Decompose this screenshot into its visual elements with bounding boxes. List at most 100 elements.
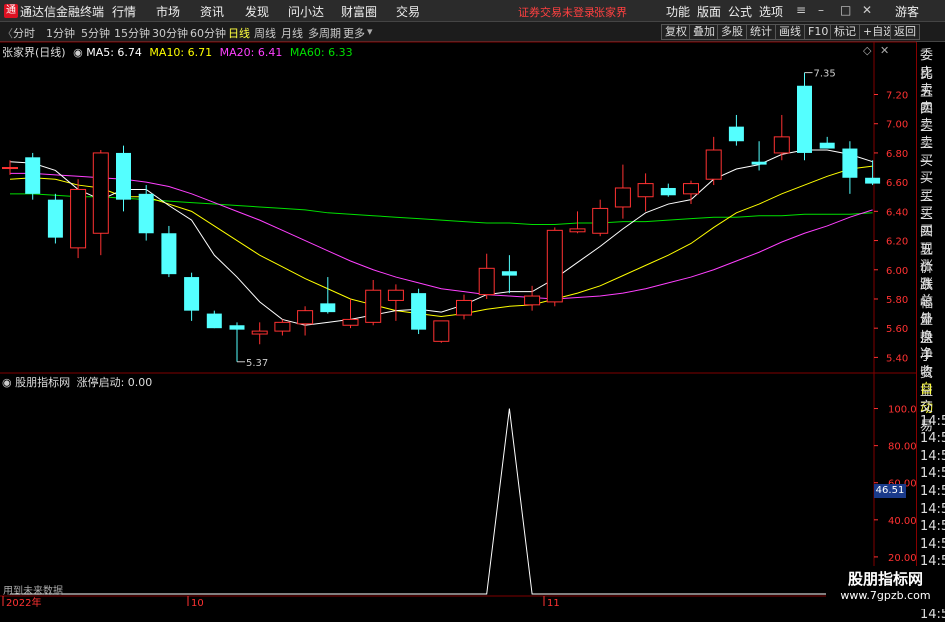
kline-chart[interactable]: 7.20 7.00 6.80 6.60 6.40 6.20 6.00 5.80 5.60 5.40… <box>0 0 916 609</box>
candle-body <box>842 148 858 178</box>
candle-body <box>592 207 609 234</box>
ytick-label: 5.40 <box>886 353 908 364</box>
candle-body <box>206 313 222 329</box>
candle-body <box>546 229 563 303</box>
candle <box>184 272 200 321</box>
candle <box>501 255 517 294</box>
diamond-icon[interactable]: ◇ <box>863 44 871 57</box>
candle <box>614 164 631 219</box>
candle-body <box>478 267 495 296</box>
ma5-label: MA5: 6.74 <box>86 46 142 59</box>
high-label: 7.35 <box>814 69 836 80</box>
sub-layer <box>10 408 873 595</box>
side-panel-item[interactable]: 14:5 <box>920 414 945 429</box>
candle <box>229 322 245 362</box>
candle <box>206 310 222 329</box>
ma20-label: MA20: 6.41 <box>219 46 283 59</box>
indicator-value: 涨停启动: 0.00 <box>76 376 153 389</box>
ma-legend: 张家界(日线) ◉ MA5: 6.74 MA10: 6.71 MA20: 6.4… <box>2 44 353 60</box>
candle <box>705 136 722 186</box>
ytick-label: 7.00 <box>886 120 908 131</box>
xtick-label: 10 <box>191 598 204 609</box>
candle <box>478 253 495 299</box>
watermark: 股朋指标网 www.7gpzb.com <box>826 566 945 609</box>
side-panel-item[interactable]: 14:5 <box>920 449 945 464</box>
candle-body <box>92 152 109 234</box>
indicator-legend: ◉ 股朋指标网 涨停启动: 0.00 <box>2 374 152 390</box>
candle-body <box>751 161 767 165</box>
candle <box>524 285 541 311</box>
candle-body <box>524 295 541 306</box>
xtick-label: 2022年 <box>6 596 41 609</box>
ma-settings-icon[interactable]: ◉ <box>73 46 83 59</box>
xtick-label: 11 <box>547 598 560 609</box>
ytick-label: 6.20 <box>886 237 908 248</box>
candle-body <box>138 193 154 234</box>
side-panel-item[interactable]: 14:5 <box>920 502 945 517</box>
candle <box>70 179 87 259</box>
candle-body <box>728 126 744 142</box>
low-label: 5.37 <box>246 358 268 369</box>
candle <box>411 288 427 335</box>
candle-body <box>819 142 835 149</box>
candle-body <box>116 152 131 200</box>
candle <box>116 145 131 212</box>
sub-ytick-label: 20.00 <box>888 553 916 564</box>
side-panel-item[interactable]: 14:5 <box>920 537 945 552</box>
candle <box>251 322 268 345</box>
candle <box>637 173 654 212</box>
candle <box>161 225 177 278</box>
candle <box>546 227 563 307</box>
candle <box>25 152 41 200</box>
watermark-url: www.7gpzb.com <box>840 589 931 602</box>
side-panel-item[interactable]: 14:5 <box>920 519 945 534</box>
sub-ytick-label: 40.00 <box>888 516 916 527</box>
candle-body <box>660 187 676 196</box>
candle <box>842 141 858 194</box>
side-panel-item[interactable]: 14:5 <box>920 607 945 622</box>
candle-body <box>411 293 427 330</box>
ma5-line <box>9 149 873 326</box>
candle <box>660 183 676 197</box>
side-panel-item[interactable]: 14:5 <box>920 466 945 481</box>
ytick-label: 5.80 <box>886 295 908 306</box>
candle <box>728 114 744 146</box>
candle <box>342 298 359 329</box>
candle <box>456 294 472 320</box>
candle <box>297 306 314 336</box>
ma10-line <box>9 165 873 318</box>
candle-body <box>456 299 472 316</box>
candle-body <box>47 199 63 238</box>
candle-body <box>25 157 41 194</box>
candle-body <box>433 320 450 342</box>
candle <box>320 277 336 314</box>
candle-body <box>320 303 336 313</box>
ytick-label: 7.20 <box>886 91 908 102</box>
stock-label: 张家界(日线) <box>2 46 66 59</box>
candle <box>819 136 835 149</box>
candle-layer <box>2 72 881 362</box>
ma-layer <box>9 149 873 326</box>
side-panel-item[interactable]: 14:5 <box>920 431 945 446</box>
ma10-label: MA10: 6.71 <box>149 46 213 59</box>
candle-body <box>365 289 382 323</box>
candle <box>387 284 404 321</box>
close-panel-icon[interactable]: ✕ <box>880 44 889 57</box>
candle-body <box>297 310 314 325</box>
future-data-note: 用到未来数据 <box>3 586 63 597</box>
candle-body <box>683 183 699 195</box>
side-panel-item[interactable]: 14:5 <box>920 484 945 499</box>
grid-layer <box>0 41 916 609</box>
candle <box>569 211 586 234</box>
candle-body <box>569 228 586 233</box>
candle-body <box>614 187 631 208</box>
indicator-settings-icon[interactable]: ◉ <box>2 376 12 389</box>
candle <box>433 320 450 343</box>
indicator-line <box>10 408 873 595</box>
current-value-badge: 46.51 <box>874 484 906 498</box>
ytick-label: 6.40 <box>886 207 908 218</box>
candle-body <box>70 188 87 249</box>
candle-body <box>705 149 722 180</box>
sub-ytick-label: 80.00 <box>888 442 916 453</box>
ma60-label: MA60: 6.33 <box>289 46 353 59</box>
